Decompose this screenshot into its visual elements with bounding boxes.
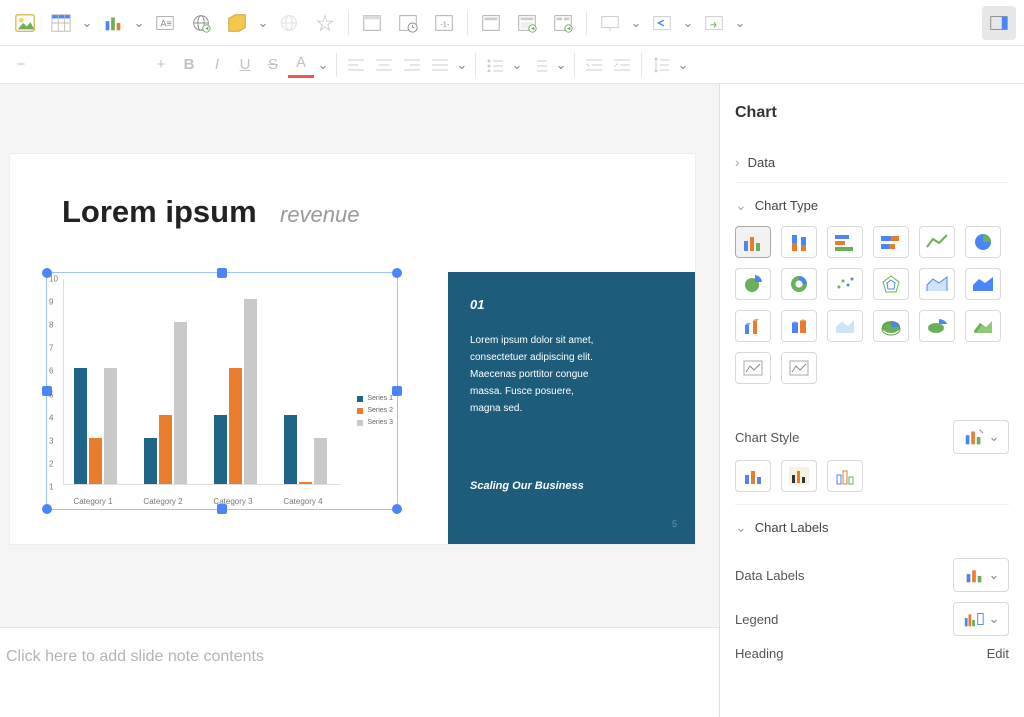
chart-style-style-2[interactable] bbox=[781, 460, 817, 492]
align-left-icon bbox=[343, 52, 369, 78]
insert-hyperlink-icon[interactable] bbox=[184, 6, 218, 40]
data-labels-picker[interactable]: ⌄ bbox=[953, 558, 1009, 592]
layout-media-icon[interactable] bbox=[546, 6, 580, 40]
panel-title: Chart bbox=[735, 104, 1009, 122]
insert-table-icon[interactable] bbox=[44, 6, 78, 40]
section-data[interactable]: Data bbox=[735, 154, 1009, 170]
chart-type-image-chart-b[interactable] bbox=[781, 352, 817, 384]
chart-type-image-chart-a[interactable] bbox=[735, 352, 771, 384]
grow-font-icon: + bbox=[148, 52, 174, 78]
number-list-icon bbox=[526, 52, 552, 78]
svg-text:A≡: A≡ bbox=[160, 18, 171, 28]
chevron-down-icon: ⌄ bbox=[989, 567, 1000, 583]
present-from-start-icon[interactable] bbox=[593, 6, 627, 40]
prev-dropdown-icon[interactable]: ⌄ bbox=[681, 15, 695, 31]
insert-shape-icon[interactable] bbox=[220, 6, 254, 40]
underline-icon: U bbox=[232, 52, 258, 78]
slide-title[interactable]: Lorem ipsum bbox=[62, 194, 257, 230]
show-side-panel-icon[interactable] bbox=[982, 6, 1016, 40]
slide-stage: Lorem ipsum revenue Series 1Series 2Seri… bbox=[0, 84, 719, 717]
insert-textbox-icon[interactable]: A≡ bbox=[148, 6, 182, 40]
bullet-list-icon bbox=[482, 52, 508, 78]
chart-type-scatter[interactable] bbox=[827, 268, 863, 300]
insert-image-icon[interactable] bbox=[8, 6, 42, 40]
insert-slide-number-icon[interactable]: -1- bbox=[427, 6, 461, 40]
body-text: Lorem ipsum dolor sit amet, consectetuer… bbox=[470, 332, 605, 417]
align-center-icon bbox=[371, 52, 397, 78]
italic-icon: I bbox=[204, 52, 230, 78]
chart-type-doughnut[interactable] bbox=[781, 268, 817, 300]
chart-type-line[interactable] bbox=[919, 226, 955, 258]
chart-type-3d-surface[interactable] bbox=[965, 310, 1001, 342]
heading-edit-button[interactable]: Edit bbox=[987, 646, 1009, 661]
chart-type-stacked-column[interactable] bbox=[781, 226, 817, 258]
insert-date-time-icon[interactable] bbox=[391, 6, 425, 40]
chart-type-clustered-bar[interactable] bbox=[827, 226, 863, 258]
slide[interactable]: Lorem ipsum revenue Series 1Series 2Seri… bbox=[10, 154, 695, 544]
tagline: Scaling Our Business bbox=[470, 477, 584, 496]
bold-icon: B bbox=[176, 52, 202, 78]
line-spacing-icon bbox=[648, 52, 674, 78]
insert-header-footer-icon[interactable] bbox=[355, 6, 389, 40]
section-chart-type[interactable]: Chart Type bbox=[735, 197, 1009, 214]
insert-toolbar: ⌄ ⌄ A≡ ⌄ -1- ⌄ ⌄ ⌄ bbox=[0, 0, 1024, 46]
table-dropdown-icon[interactable]: ⌄ bbox=[80, 15, 94, 31]
align-right-icon bbox=[399, 52, 425, 78]
indent-less-icon bbox=[581, 52, 607, 78]
insert-globe-disabled-icon bbox=[272, 6, 306, 40]
shrink-font-icon: − bbox=[8, 52, 34, 78]
next-dropdown-icon[interactable]: ⌄ bbox=[733, 15, 747, 31]
chevron-down-icon: ⌄ bbox=[989, 429, 1000, 445]
chart-type-filled-area[interactable] bbox=[965, 268, 1001, 300]
section-chart-labels[interactable]: Chart Labels bbox=[735, 519, 1009, 536]
layout-content-icon[interactable] bbox=[510, 6, 544, 40]
previous-slide-icon[interactable] bbox=[645, 6, 679, 40]
strike-icon: S bbox=[260, 52, 286, 78]
chart-dropdown-icon[interactable]: ⌄ bbox=[132, 15, 146, 31]
text-content-box[interactable]: 01 Lorem ipsum dolor sit amet, consectet… bbox=[448, 272, 695, 544]
next-slide-icon[interactable] bbox=[697, 6, 731, 40]
chart-type-area[interactable] bbox=[919, 268, 955, 300]
heading-label: Heading bbox=[735, 646, 783, 661]
notes-pane[interactable]: Click here to add slide note contents bbox=[0, 627, 719, 717]
chevron-down-icon: ⌄ bbox=[989, 611, 1000, 627]
chart-type-3d-area[interactable] bbox=[827, 310, 863, 342]
chart-type-radar[interactable] bbox=[873, 268, 909, 300]
chart-type-stacked-bar[interactable] bbox=[873, 226, 909, 258]
chart-type-3d-column[interactable] bbox=[735, 310, 771, 342]
chart-type-exploded-pie[interactable] bbox=[735, 268, 771, 300]
slide-subtitle[interactable]: revenue bbox=[280, 202, 360, 228]
chart-style-style-3[interactable] bbox=[827, 460, 863, 492]
chart-legend: Series 1Series 2Series 3 bbox=[357, 393, 393, 429]
layout-title-icon[interactable] bbox=[474, 6, 508, 40]
svg-text:-1-: -1- bbox=[440, 19, 450, 28]
chart-object[interactable]: Series 1Series 2Series 3 12345678910Cate… bbox=[46, 272, 398, 510]
page-number: 5 bbox=[672, 517, 677, 532]
chart-type-3d-pie[interactable] bbox=[873, 310, 909, 342]
legend-label: Legend bbox=[735, 612, 778, 627]
data-labels-label: Data Labels bbox=[735, 568, 804, 583]
chart-type-3d-exploded-pie[interactable] bbox=[919, 310, 955, 342]
chart-type-3d-cylinder[interactable] bbox=[781, 310, 817, 342]
align-justify-icon bbox=[427, 52, 453, 78]
format-toolbar: − + B I U S A ⌄ ⌄ ⌄ ⌄ ⌄ bbox=[0, 46, 1024, 84]
indent-more-icon bbox=[609, 52, 635, 78]
chart-type-clustered-column[interactable] bbox=[735, 226, 771, 258]
chart-style-style-1[interactable] bbox=[735, 460, 771, 492]
properties-panel: Chart Data Chart Type Chart Style ⌄ Char… bbox=[719, 84, 1024, 717]
chart-style-picker[interactable]: ⌄ bbox=[953, 420, 1009, 454]
legend-picker[interactable]: ⌄ bbox=[953, 602, 1009, 636]
insert-effects-icon[interactable] bbox=[308, 6, 342, 40]
shape-dropdown-icon[interactable]: ⌄ bbox=[256, 15, 270, 31]
chart-type-pie[interactable] bbox=[965, 226, 1001, 258]
font-color-icon: A bbox=[288, 52, 314, 78]
present-dropdown-icon[interactable]: ⌄ bbox=[629, 15, 643, 31]
chart-style-label: Chart Style bbox=[735, 430, 799, 445]
section-number: 01 bbox=[470, 294, 675, 316]
insert-chart-icon[interactable] bbox=[96, 6, 130, 40]
